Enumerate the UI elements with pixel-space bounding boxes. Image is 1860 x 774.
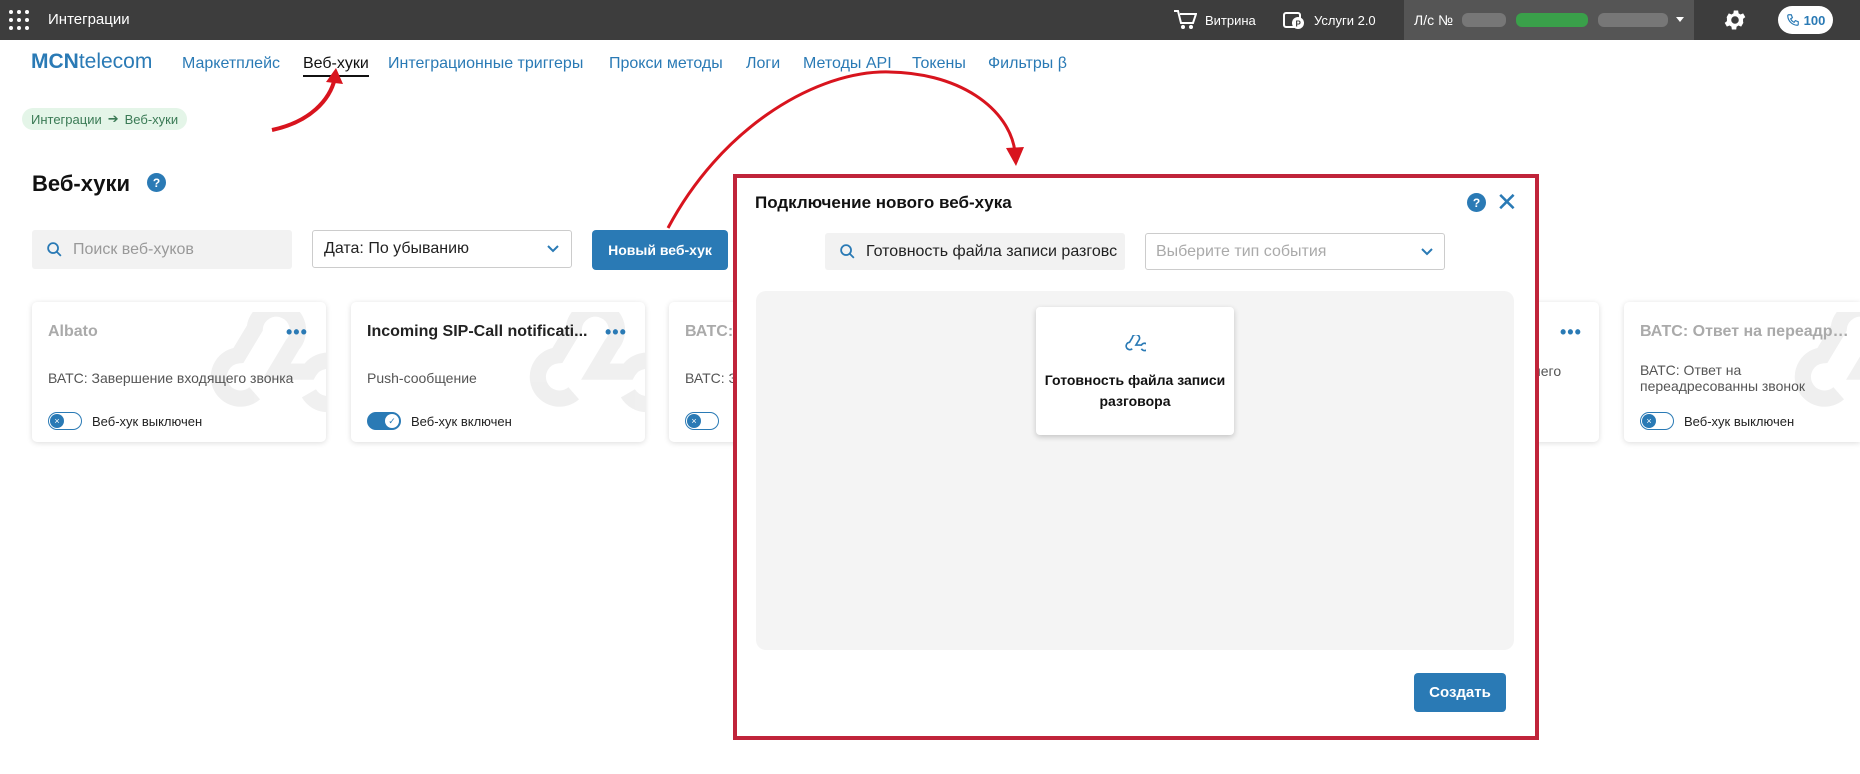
card-status: Веб-хук выключен	[92, 413, 203, 429]
card-menu-icon[interactable]: •••	[286, 322, 308, 343]
webhook-card-5[interactable]: ВАТС: Ответ на переадрес... ВАТС: Ответ …	[1624, 302, 1860, 442]
search-icon	[840, 244, 855, 259]
card-toggle[interactable]: ×	[685, 412, 719, 430]
apps-grid-icon[interactable]	[9, 10, 29, 30]
account-blur-1	[1462, 13, 1506, 27]
nav-tokens[interactable]: Токены	[912, 55, 966, 73]
gear-icon[interactable]	[1722, 7, 1748, 33]
card-subtitle: ВАТС: З	[685, 370, 738, 386]
logo-bold: MCN	[31, 50, 79, 73]
toggle-switch[interactable]: ×	[685, 412, 719, 430]
logo-rest: telecom	[78, 50, 153, 73]
account-caret-icon	[1676, 17, 1684, 22]
toggle-switch[interactable]: ✓	[367, 412, 401, 430]
svg-text:P: P	[1296, 20, 1302, 29]
webhook-icon	[1125, 335, 1146, 352]
breadcrumb-parent[interactable]: Интеграции	[31, 112, 102, 127]
chevron-down-icon	[1421, 247, 1433, 255]
annotation-arrow-to-tab	[271, 77, 337, 132]
card-toggle[interactable]: × Веб-хук выключен	[1640, 412, 1794, 430]
card-title: Incoming SIP-Call notificati...	[367, 323, 588, 340]
card-toggle[interactable]: × Веб-хук выключен	[48, 412, 202, 430]
close-icon[interactable]: ✕	[1496, 189, 1518, 215]
breadcrumb-arrow-icon: ➔	[107, 111, 119, 126]
phone-count: 100	[1803, 12, 1826, 28]
account-blur-3	[1598, 13, 1668, 27]
event-card-recording-ready[interactable]: Готовность файла записи разговора	[1036, 307, 1234, 435]
breadcrumb-current: Веб-хуки	[124, 111, 179, 127]
nav-filters[interactable]: Фильтры β	[988, 55, 1067, 73]
event-search-input[interactable]: Готовность файла записи разговс	[825, 233, 1125, 270]
card-menu-icon[interactable]: •••	[1560, 322, 1582, 343]
nav-proxy-methods[interactable]: Прокси методы	[609, 55, 723, 73]
nav-marketplace[interactable]: Маркетплейс	[182, 55, 280, 73]
search-icon	[47, 242, 62, 257]
sort-select[interactable]: Дата: По убыванию	[312, 230, 572, 268]
new-webhook-button[interactable]: Новый веб-хук	[592, 230, 728, 270]
card-subtitle: ВАТС: Завершение входящего звонка	[48, 370, 294, 386]
nav-api-methods[interactable]: Методы API	[803, 55, 892, 73]
toggle-off-icon: ×	[687, 414, 701, 428]
nav-integration-triggers[interactable]: Интеграционные триггеры	[388, 55, 583, 73]
event-type-placeholder: Выберите тип события	[1156, 242, 1327, 260]
vitrina-link[interactable]: Витрина	[1173, 9, 1256, 31]
annotation-arrow-to-modal-head	[1006, 147, 1024, 166]
card-status: Веб-хук включен	[411, 413, 512, 429]
phone-calls-button[interactable]: 100	[1778, 6, 1833, 34]
sort-value: Дата: По убыванию	[324, 240, 469, 257]
webhook-card-albato[interactable]: Albato ••• ВАТС: Завершение входящего зв…	[32, 302, 326, 442]
breadcrumb: Интеграции ➔ Веб-хуки	[22, 108, 188, 130]
chevron-down-icon	[547, 245, 559, 253]
help-icon[interactable]: ?	[147, 173, 166, 192]
logo[interactable]: MCNtelecom	[31, 50, 152, 74]
card-title: ВАТС: Ответ на переадрес...	[1640, 323, 1855, 340]
modal-help-icon[interactable]: ?	[1467, 193, 1486, 212]
services-icon: P	[1283, 12, 1304, 29]
toggle-switch[interactable]: ×	[48, 412, 82, 430]
card-title: Albato	[48, 323, 98, 340]
toggle-off-icon: ×	[50, 414, 64, 428]
card-menu-icon[interactable]: •••	[605, 322, 627, 343]
cart-icon	[1174, 10, 1197, 29]
card-toggle[interactable]: ✓ Веб-хук включен	[367, 412, 512, 430]
services-label: Услуги 2.0	[1314, 12, 1376, 28]
toggle-off-icon: ×	[1642, 414, 1656, 428]
create-button[interactable]: Создать	[1414, 673, 1506, 712]
card-title: ВАТС:	[685, 323, 734, 340]
event-card-label: Готовность файла записи разговора	[1044, 372, 1226, 409]
account-blur-2	[1516, 13, 1588, 27]
webhook-search-input[interactable]: Поиск веб-хуков	[32, 230, 292, 269]
nav-webhooks[interactable]: Веб-хуки	[303, 55, 369, 77]
card-status: Веб-хук выключен	[1684, 413, 1795, 429]
search-placeholder: Поиск веб-хуков	[73, 240, 194, 258]
account-label: Л/с №	[1414, 12, 1453, 28]
vitrina-label: Витрина	[1205, 12, 1256, 28]
modal-title: Подключение нового веб-хука	[755, 193, 1012, 212]
app-title: Интеграции	[48, 11, 130, 28]
phone-icon	[1786, 14, 1799, 26]
toggle-on-icon: ✓	[385, 414, 399, 428]
webhook-card-incoming-sip[interactable]: Incoming SIP-Call notificati... ••• Push…	[351, 302, 645, 442]
toggle-switch[interactable]: ×	[1640, 412, 1674, 430]
nav-logs[interactable]: Логи	[746, 55, 780, 73]
event-search-value: Готовность файла записи разговс	[866, 242, 1118, 260]
page-title: Веб-хуки	[32, 171, 131, 196]
card-subtitle: ВАТС: Ответ на переадресованны звонок	[1640, 362, 1806, 394]
services-link[interactable]: P Услуги 2.0	[1282, 9, 1376, 31]
event-type-select[interactable]: Выберите тип события	[1145, 233, 1445, 270]
card-subtitle: Push-сообщение	[367, 370, 477, 386]
